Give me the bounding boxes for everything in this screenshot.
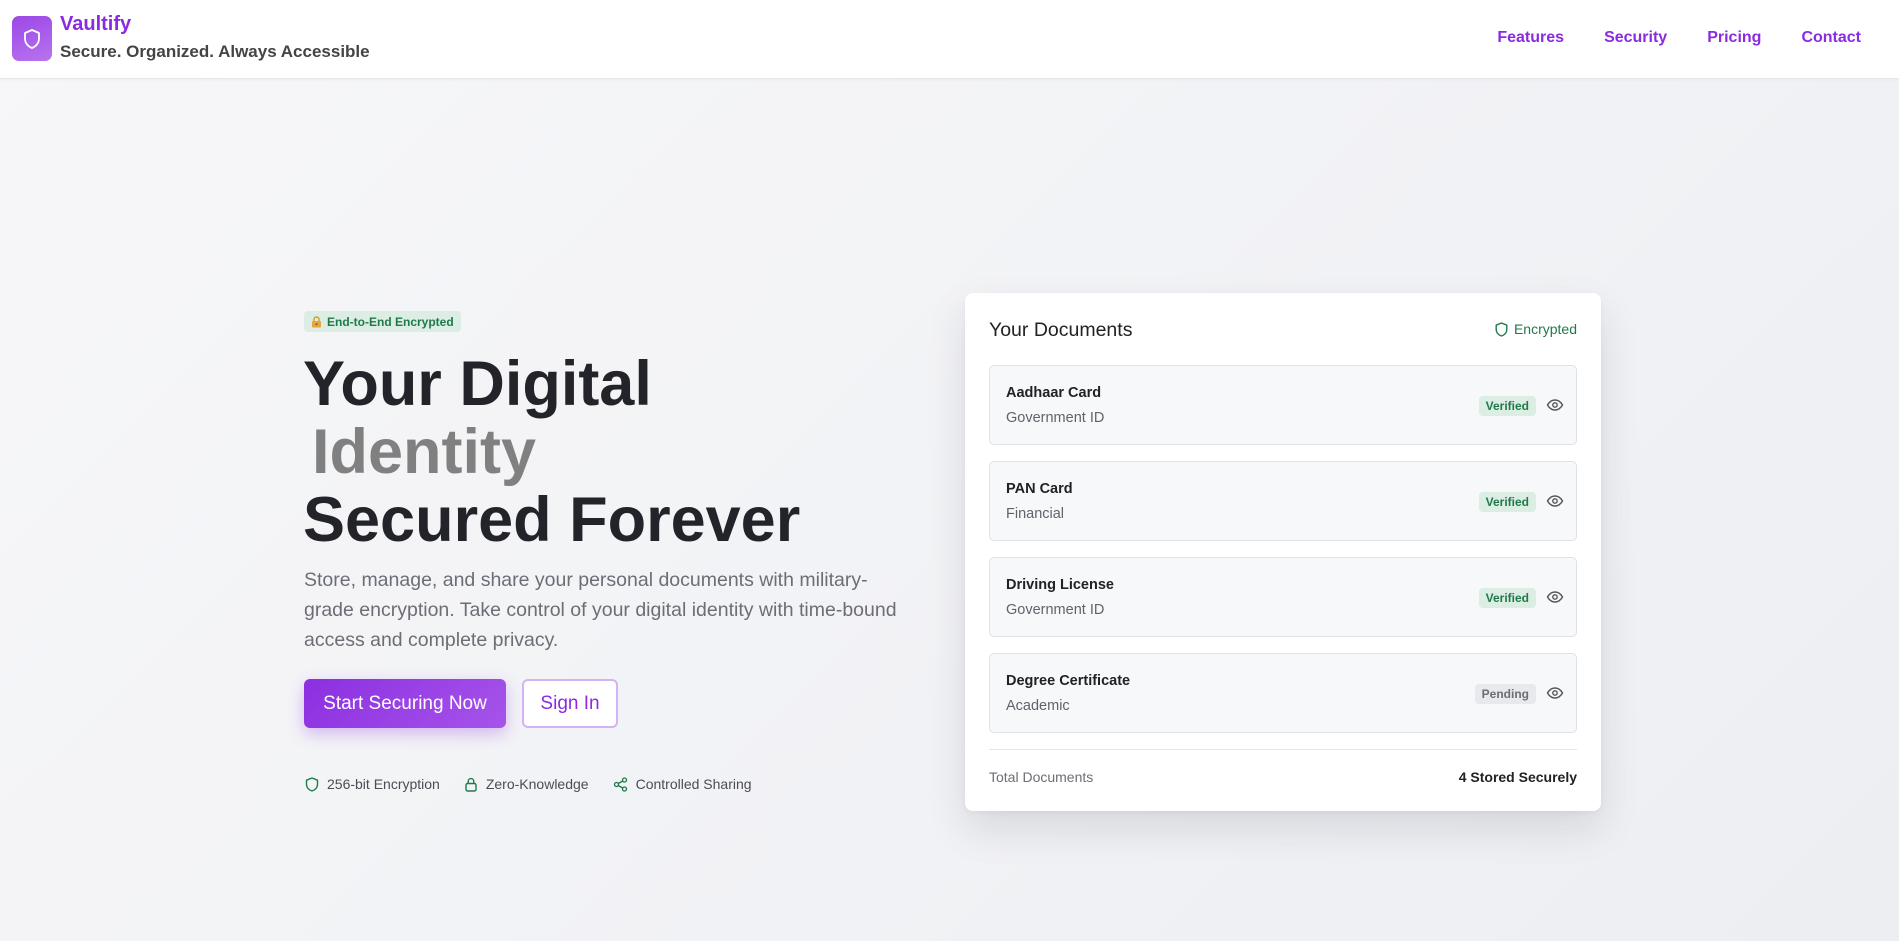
encrypted-status: Encrypted [1495, 321, 1577, 337]
status-badge: Verified [1478, 396, 1536, 416]
feature-encryption: 256-bit Encryption [305, 776, 440, 792]
shield-icon [305, 776, 319, 792]
document-item-degree-certificate[interactable]: Degree Certificate Academic Pending [989, 653, 1577, 733]
document-type: Government ID [1006, 410, 1105, 426]
hero-description: Store, manage, and share your personal d… [304, 569, 897, 651]
encryption-badge: End-to-End Encrypted [304, 311, 461, 332]
document-list: Aadhaar Card Government ID Verified PAN … [989, 365, 1577, 749]
logo-shield-icon[interactable] [12, 16, 52, 61]
status-badge: Verified [1478, 588, 1536, 608]
eye-icon[interactable] [1546, 590, 1564, 604]
brand-name[interactable]: Vaultify [60, 13, 131, 36]
nav-link-contact[interactable]: Contact [1801, 29, 1861, 47]
documents-card: Your Documents Encrypted Aadhaar Card Go… [965, 293, 1601, 811]
shield-icon [24, 28, 40, 49]
feature-list: 256-bit Encryption Zero-Knowledge Contro… [305, 776, 752, 792]
feature-label: Zero-Knowledge [485, 776, 589, 792]
card-divider [989, 749, 1577, 750]
start-securing-button[interactable]: Start Securing Now [304, 679, 506, 728]
sign-in-button[interactable]: Sign In [522, 679, 618, 728]
documents-card-title: Your Documents [989, 319, 1133, 341]
hero-title-line-2: Identity [312, 417, 537, 487]
document-type: Academic [1006, 698, 1070, 714]
document-item-pan[interactable]: PAN Card Financial Verified [989, 461, 1577, 541]
encryption-badge-label: End-to-End Encrypted [327, 314, 454, 329]
document-name: Aadhaar Card [1006, 385, 1102, 401]
main-nav: Features Security Pricing Contact [1497, 29, 1861, 47]
lock-emoji-icon [311, 315, 322, 328]
document-item-aadhaar[interactable]: Aadhaar Card Government ID Verified [989, 365, 1577, 445]
nav-link-pricing[interactable]: Pricing [1707, 29, 1761, 47]
shield-icon [1495, 321, 1508, 337]
document-name: Driving License [1006, 577, 1114, 593]
brand-tagline: Secure. Organized. Always Accessible [60, 42, 370, 61]
document-type: Government ID [1006, 602, 1105, 618]
share-icon [613, 776, 627, 792]
eye-icon[interactable] [1546, 494, 1564, 508]
status-badge: Pending [1474, 684, 1536, 704]
document-item-driving-license[interactable]: Driving License Government ID Verified [989, 557, 1577, 637]
document-type: Financial [1006, 506, 1065, 522]
eye-icon[interactable] [1546, 398, 1564, 412]
status-badge: Verified [1478, 492, 1536, 512]
feature-controlled-sharing: Controlled Sharing [613, 776, 752, 792]
feature-label: 256-bit Encryption [327, 776, 440, 792]
document-name: Degree Certificate [1006, 673, 1131, 689]
hero-title-line-1: Your Digital [303, 349, 652, 419]
total-documents-value: 4 Stored Securely [1458, 769, 1577, 785]
document-name: PAN Card [1006, 481, 1073, 497]
hero-title-line-3: Secured Forever [303, 485, 801, 555]
lock-icon [465, 777, 477, 792]
nav-link-security[interactable]: Security [1604, 29, 1667, 47]
nav-link-features[interactable]: Features [1497, 29, 1564, 47]
site-header: Vaultify Secure. Organized. Always Acces… [0, 0, 1899, 79]
eye-icon[interactable] [1546, 686, 1564, 700]
feature-zero-knowledge: Zero-Knowledge [464, 776, 589, 792]
encrypted-status-label: Encrypted [1513, 321, 1577, 337]
feature-label: Controlled Sharing [635, 776, 752, 792]
total-documents-label: Total Documents [989, 769, 1094, 785]
